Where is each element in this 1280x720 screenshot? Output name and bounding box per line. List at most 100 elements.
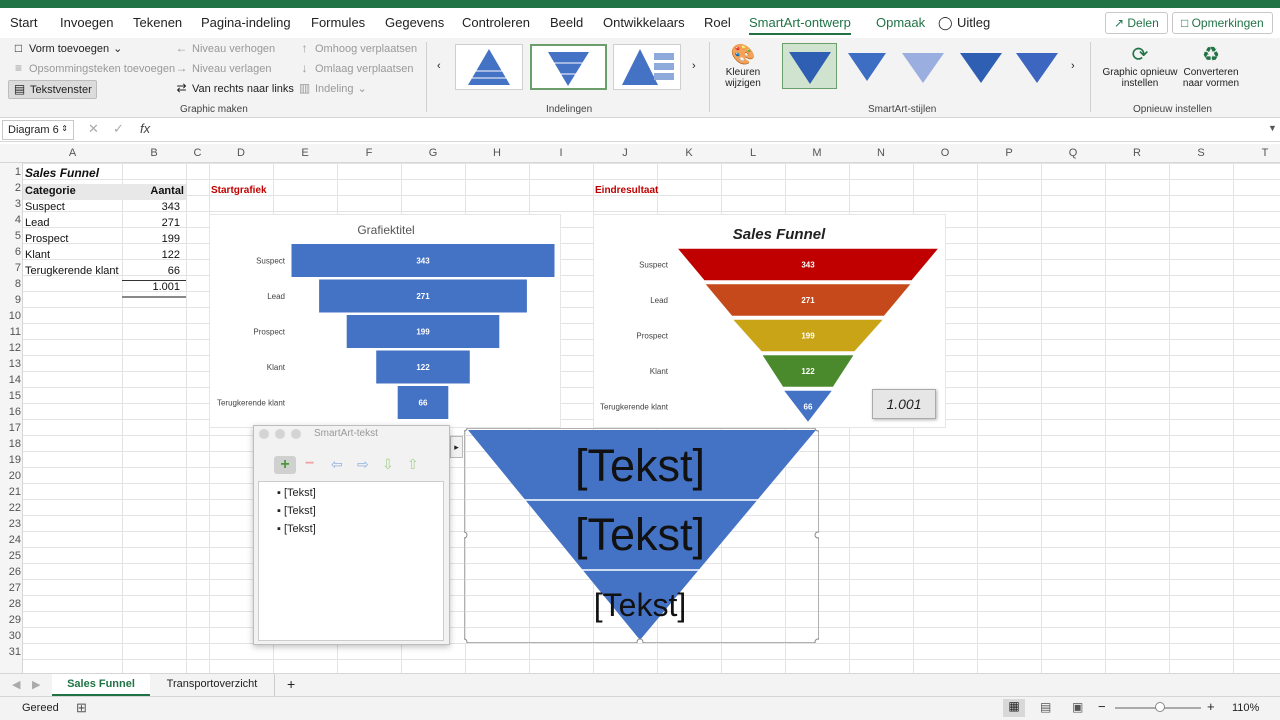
style-3[interactable] bbox=[896, 43, 951, 89]
row-header[interactable]: 3 bbox=[0, 198, 21, 210]
amount-cell[interactable]: 343 bbox=[122, 201, 180, 213]
total-badge[interactable]: 1.001 bbox=[872, 389, 936, 419]
row-header[interactable]: 10 bbox=[0, 310, 21, 322]
tab-draw[interactable]: Tekenen bbox=[133, 15, 182, 30]
column-header[interactable]: F bbox=[337, 147, 401, 159]
style-4[interactable] bbox=[954, 43, 1009, 89]
column-header[interactable]: A bbox=[23, 147, 122, 159]
column-header[interactable]: T bbox=[1233, 147, 1280, 159]
category-cell[interactable]: Prospect bbox=[25, 233, 68, 245]
row-header[interactable]: 11 bbox=[0, 326, 21, 338]
column-header[interactable]: G bbox=[401, 147, 465, 159]
row-header[interactable]: 31 bbox=[0, 646, 21, 658]
add-sheet-button[interactable]: + bbox=[287, 676, 295, 692]
tab-tell-me[interactable]: Uitleg bbox=[957, 15, 990, 30]
expand-icon[interactable]: ▼ bbox=[1268, 123, 1277, 133]
layout-button[interactable]: ▥ Indeling ⌄ bbox=[298, 82, 367, 96]
layout-segmented-pyramid[interactable] bbox=[613, 44, 681, 90]
end-chart[interactable]: Sales Funnel 343 Suspect 271 Lead 199 Prospec… bbox=[593, 214, 946, 428]
pane-item[interactable]: ▪ [Tekst] bbox=[277, 487, 316, 499]
total-cell[interactable]: 1.001 bbox=[122, 281, 180, 293]
column-header[interactable]: B bbox=[122, 147, 186, 159]
row-header[interactable]: 7 bbox=[0, 262, 21, 274]
column-header[interactable]: S bbox=[1169, 147, 1233, 159]
row-header[interactable]: 30 bbox=[0, 630, 21, 642]
pane-text-area[interactable]: ▪ [Tekst] ▪ [Tekst] ▪ [Tekst] bbox=[258, 481, 444, 641]
cancel-icon[interactable]: ✕ bbox=[88, 121, 99, 137]
row-header[interactable]: 5 bbox=[0, 230, 21, 242]
start-chart[interactable]: Grafiektitel 343 Suspect 271 Lead 199 Prospec… bbox=[209, 214, 561, 428]
text-pane-button[interactable]: ▤ Tekstvenster bbox=[8, 80, 97, 99]
name-box[interactable]: Diagram 6 ⇕ bbox=[2, 120, 74, 140]
pane-item[interactable]: ▪ [Tekst] bbox=[277, 505, 316, 517]
row-header[interactable]: 29 bbox=[0, 614, 21, 626]
tab-insert[interactable]: Invoegen bbox=[60, 15, 114, 30]
row-header[interactable]: 13 bbox=[0, 358, 21, 370]
row-header[interactable]: 6 bbox=[0, 246, 21, 258]
row-header[interactable]: 19 bbox=[0, 454, 21, 466]
close-window-icon[interactable] bbox=[259, 429, 269, 439]
demote-icon[interactable]: ⇨ bbox=[357, 456, 369, 473]
demote-button[interactable]: → Niveau verlagen bbox=[175, 62, 272, 75]
column-header[interactable]: H bbox=[465, 147, 529, 159]
minimize-window-icon[interactable] bbox=[275, 429, 285, 439]
amount-cell[interactable]: 66 bbox=[122, 265, 180, 277]
layout-funnel[interactable] bbox=[530, 44, 607, 90]
tab-data[interactable]: Gegevens bbox=[385, 15, 444, 30]
remove-item-icon[interactable]: − bbox=[305, 455, 314, 473]
tab-view[interactable]: Beeld bbox=[550, 15, 583, 30]
amount-cell[interactable]: 271 bbox=[122, 217, 180, 229]
style-2[interactable] bbox=[840, 43, 895, 89]
row-header[interactable]: 2 bbox=[0, 182, 21, 194]
add-item-icon[interactable]: + bbox=[274, 456, 296, 474]
row-header[interactable]: 22 bbox=[0, 502, 21, 514]
right-to-left-button[interactable]: ⇄ Van rechts naar links bbox=[175, 82, 293, 95]
share-button[interactable]: ↗ Delen bbox=[1105, 12, 1168, 34]
add-shape-button[interactable]: □ Vorm toevoegen ⌄ bbox=[12, 42, 122, 56]
column-header[interactable]: C bbox=[186, 147, 209, 159]
label-end-result[interactable]: Eindresultaat bbox=[595, 185, 658, 196]
zoom-in-icon[interactable]: + bbox=[1207, 699, 1215, 714]
tab-developer[interactable]: Ontwikkelaars bbox=[603, 15, 685, 30]
row-header[interactable]: 4 bbox=[0, 214, 21, 226]
layouts-next-button[interactable]: › bbox=[692, 60, 696, 72]
move-down-button[interactable]: ↓ Omlaag verplaatsen bbox=[298, 62, 414, 75]
normal-view-icon[interactable]: ▦ bbox=[1003, 699, 1025, 717]
row-header[interactable]: 21 bbox=[0, 486, 21, 498]
column-header[interactable]: Q bbox=[1041, 147, 1105, 159]
tab-page-layout[interactable]: Pagina-indeling bbox=[201, 15, 291, 30]
funnel-text-3[interactable]: [Tekst] bbox=[594, 587, 686, 623]
convert-to-shapes-button[interactable]: ♻ Converteren naar vormen bbox=[1180, 42, 1242, 89]
tab-format[interactable]: Opmaak bbox=[876, 15, 925, 30]
row-header[interactable]: 24 bbox=[0, 534, 21, 546]
row-header[interactable]: 28 bbox=[0, 598, 21, 610]
row-header[interactable]: 18 bbox=[0, 438, 21, 450]
sheet-tab-transport[interactable]: Transportoverzicht bbox=[150, 674, 275, 696]
category-cell[interactable]: Terugkerende klant bbox=[25, 265, 119, 277]
category-cell[interactable]: Lead bbox=[25, 217, 49, 229]
page-layout-view-icon[interactable]: ▤ bbox=[1040, 700, 1051, 714]
column-header[interactable]: N bbox=[849, 147, 913, 159]
column-header[interactable]: P bbox=[977, 147, 1041, 159]
confirm-icon[interactable]: ✓ bbox=[113, 121, 124, 137]
add-bullet-button[interactable]: ≡ Opsommingsteken toevoegen bbox=[12, 62, 175, 75]
fx-icon[interactable]: fx bbox=[140, 121, 150, 136]
column-header[interactable]: R bbox=[1105, 147, 1169, 159]
category-cell[interactable]: Klant bbox=[25, 249, 50, 261]
style-1[interactable] bbox=[782, 43, 837, 89]
column-header[interactable]: J bbox=[593, 147, 657, 159]
row-header[interactable]: 14 bbox=[0, 374, 21, 386]
row-header[interactable]: 16 bbox=[0, 406, 21, 418]
zoom-slider-thumb[interactable] bbox=[1155, 702, 1165, 712]
row-header[interactable]: 25 bbox=[0, 550, 21, 562]
row-header[interactable]: 26 bbox=[0, 566, 21, 578]
tab-start[interactable]: Start bbox=[10, 15, 37, 30]
change-colors-button[interactable]: 🎨 Kleuren wijzigen bbox=[722, 42, 764, 89]
category-cell[interactable]: Suspect bbox=[25, 201, 65, 213]
scroll-left-icon[interactable]: ◀ bbox=[12, 678, 20, 691]
amount-cell[interactable]: 199 bbox=[122, 233, 180, 245]
row-header[interactable]: 27 bbox=[0, 582, 21, 594]
column-header[interactable]: L bbox=[721, 147, 785, 159]
tab-formulas[interactable]: Formules bbox=[311, 15, 365, 30]
column-header[interactable]: E bbox=[273, 147, 337, 159]
